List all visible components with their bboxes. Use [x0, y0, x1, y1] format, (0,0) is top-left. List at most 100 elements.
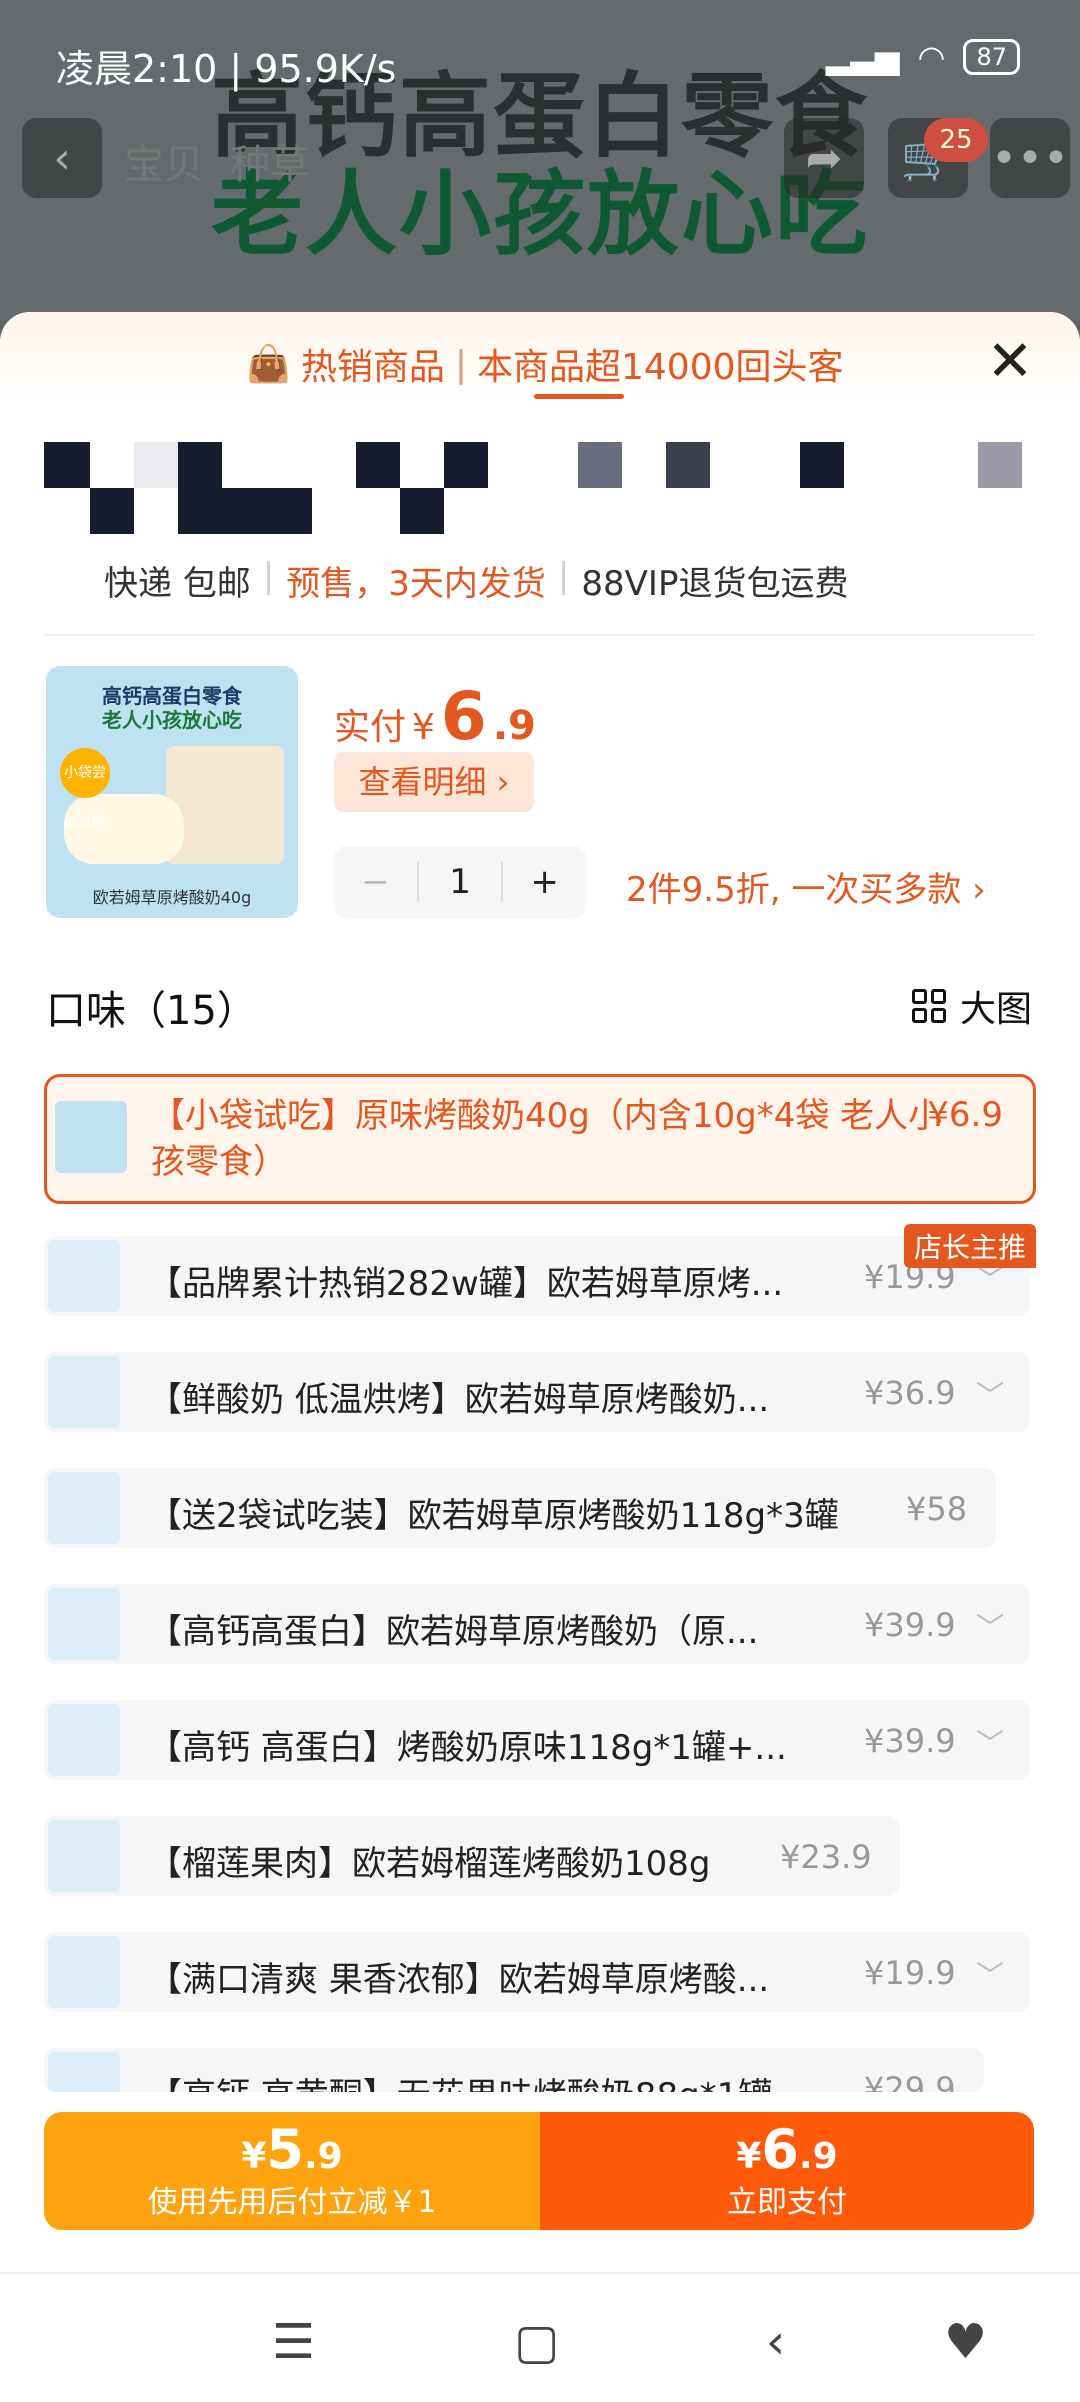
option-item[interactable]: 【榴莲果肉】欧若姆榴莲烤酸奶108g ¥23.9: [44, 1816, 900, 1896]
pay-now-button[interactable]: ¥6.9 立即支付: [540, 2112, 1034, 2230]
nav-tabs: 宝贝 种草: [124, 132, 310, 190]
chevron-down-icon: ﹀: [975, 1611, 1004, 1644]
option-item[interactable]: 【送2袋试吃装】欧若姆草原烤酸奶118g*3罐 ¥58: [44, 1468, 996, 1548]
option-item[interactable]: 【高钙 高蛋白】烤酸奶原味118g*1罐+... ¥39.9 ﹀: [44, 1700, 1030, 1780]
tab-zhongcao[interactable]: 种草: [230, 132, 310, 190]
grid-icon: [911, 989, 946, 1023]
option-thumbnail: [48, 1240, 120, 1312]
price-line: 实付 ¥ 6 .9: [334, 678, 536, 755]
thumb-badge: 小袋尝鲜试吃: [60, 748, 110, 831]
wifi-icon: ◠: [917, 38, 946, 76]
price-integer: 6: [440, 678, 487, 755]
status-icons: ▂▃▅ ◠ 87: [826, 38, 1020, 76]
pay-later-button[interactable]: ¥5.9 使用先用后付立减￥1: [44, 2112, 540, 2230]
thumb-line2: 老人小孩放心吃: [102, 708, 242, 732]
separator: |: [454, 343, 467, 385]
sku-sheet: 👜 热销商品 | 本商品超14000回头客 ✕ 快递 包邮 | 预售，3天内发货…: [0, 312, 1080, 2400]
option-price: ¥39.9: [864, 1606, 956, 1644]
hot-subtitle: 本商品超14000回头客: [476, 347, 844, 388]
option-name: 【小袋试吃】原味烤酸奶40g（内含10g*4袋 老人小孩零食）: [151, 1096, 943, 1182]
status-bar: 凌晨2:10 | 95.9K/s ▂▃▅ ◠ 87: [0, 0, 1080, 120]
close-icon: ✕: [986, 329, 1034, 394]
option-price: ¥19.9: [864, 1954, 956, 1992]
presale-label: 预售，3天内发货: [286, 564, 546, 604]
back-button[interactable]: ‹: [22, 118, 102, 198]
express-label: 快递 包邮: [104, 564, 251, 604]
hot-label: 👜 热销商品 | 本商品超14000回头客: [246, 338, 844, 390]
option-item[interactable]: 【高钙 高黄酮】无花果味烤酸奶88g*1罐 ¥29.9: [44, 2048, 984, 2092]
header-underline: [534, 394, 624, 399]
pay-now-label: 立即支付: [727, 2185, 847, 2220]
divider: [44, 634, 1034, 636]
option-price: ¥39.9: [864, 1722, 956, 1760]
sheet-header: 👜 热销商品 | 本商品超14000回头客 ✕: [0, 312, 1080, 404]
close-button[interactable]: ✕: [980, 332, 1040, 392]
option-thumbnail: [48, 1472, 120, 1544]
quantity-minus-button[interactable]: −: [334, 862, 417, 902]
more-icon: •••: [991, 132, 1069, 184]
separator: |: [262, 556, 275, 596]
option-thumbnail: [48, 1588, 120, 1660]
share-button[interactable]: ➦: [784, 118, 864, 198]
option-name: 【榴莲果肉】欧若姆榴莲烤酸奶108g: [148, 1844, 711, 1884]
pay-now-amount: ¥6.9: [736, 2118, 838, 2181]
option-thumbnail: [55, 1101, 127, 1173]
price-decimal: .9: [492, 703, 536, 749]
option-name: 【高钙 高黄酮】无花果味烤酸奶88g*1罐: [148, 2068, 848, 2092]
shop-recommend-tag: 店长主推: [904, 1224, 1037, 1268]
pay-later-label: 使用先用后付立减￥1: [147, 2185, 437, 2220]
price-currency: ¥: [412, 707, 435, 748]
option-item[interactable]: 【满口清爽 果香浓郁】欧若姆草原烤酸... ¥19.9 ﹀: [44, 1932, 1030, 2012]
product-thumbnail[interactable]: 高钙高蛋白零食 老人小孩放心吃 小袋尝鲜试吃 欧若姆草原烤酸奶40g: [46, 666, 298, 918]
quantity-plus-button[interactable]: +: [503, 862, 586, 902]
delivery-info: 快递 包邮 | 预售，3天内发货 | 88VIP退货包运费: [104, 556, 848, 605]
signal-icon: ▂▃▅: [825, 38, 900, 76]
vip-label: 88VIP退货包运费: [581, 564, 849, 604]
battery-icon: 87: [963, 39, 1020, 75]
price-label: 实付: [334, 707, 407, 748]
option-thumbnail: [48, 1936, 120, 2008]
option-price: ¥6.9: [927, 1095, 1003, 1135]
option-item[interactable]: 【鲜酸奶 低温烘烤】欧若姆草原烤酸奶... ¥36.9 ﹀: [44, 1352, 1030, 1432]
option-selected[interactable]: 【小袋试吃】原味烤酸奶40g（内含10g*4袋 老人小孩零食） ¥6.9: [44, 1074, 1036, 1204]
option-price: ¥36.9: [864, 1374, 956, 1412]
top-navigation: ‹ 宝贝 种草 ➦ 🛒 •••: [0, 118, 1080, 208]
home-icon[interactable]: ▢: [514, 2314, 559, 2370]
option-thumbnail: [48, 1356, 120, 1428]
bag-icon: 👜: [246, 344, 291, 385]
option-name: 【品牌累计热销282w罐】欧若姆草原烤...: [148, 1264, 784, 1304]
option-name: 【满口清爽 果香浓郁】欧若姆草原烤酸...: [148, 1960, 770, 2000]
assistant-icon[interactable]: ♥: [944, 2314, 987, 2370]
multi-buy-discount[interactable]: 2件9.5折, 一次买多款 ›: [626, 862, 986, 911]
mosaic-address: [44, 442, 1044, 534]
more-button[interactable]: •••: [990, 118, 1070, 198]
tab-baobei[interactable]: 宝贝: [124, 132, 204, 190]
menu-icon[interactable]: ☰: [272, 2314, 315, 2370]
option-price: ¥58: [906, 1490, 968, 1528]
thumb-caption: 欧若姆草原烤酸奶40g: [92, 888, 252, 907]
option-price: ¥23.9: [780, 1838, 872, 1876]
option-item[interactable]: 【高钙高蛋白】欧若姆草原烤酸奶（原... ¥39.9 ﹀: [44, 1584, 1030, 1664]
view-detail-button[interactable]: 查看明细 ›: [334, 752, 534, 812]
option-thumbnail: [48, 1820, 120, 1892]
option-name: 【鲜酸奶 低温烘烤】欧若姆草原烤酸奶...: [148, 1380, 770, 1420]
flavor-title: 口味（15）: [46, 988, 257, 1034]
big-image-label: 大图: [959, 989, 1032, 1030]
option-price: ¥29.9: [864, 2070, 956, 2092]
purchase-bar: ¥5.9 使用先用后付立减￥1 ¥6.9 立即支付: [44, 2112, 1034, 2230]
separator: |: [557, 556, 570, 596]
hot-title: 热销商品: [300, 347, 445, 388]
option-item[interactable]: 【品牌累计热销282w罐】欧若姆草原烤... ¥19.9 ﹀: [44, 1236, 1030, 1316]
pay-later-amount: ¥5.9: [241, 2118, 343, 2181]
option-thumbnail: [48, 2052, 120, 2092]
option-name: 【高钙 高蛋白】烤酸奶原味118g*1罐+...: [148, 1728, 787, 1768]
quantity-value[interactable]: 1: [416, 862, 504, 902]
system-navigation-bar: ☰ ▢ ‹ ♥: [0, 2272, 1080, 2402]
big-image-toggle[interactable]: 大图: [911, 980, 1032, 1032]
chevron-down-icon: ﹀: [975, 1379, 1004, 1412]
chevron-down-icon: ﹀: [975, 1959, 1004, 1992]
option-name: 【送2袋试吃装】欧若姆草原烤酸奶118g*3罐: [148, 1496, 839, 1536]
back-icon[interactable]: ‹: [766, 2314, 785, 2370]
share-icon: ➦: [805, 132, 843, 184]
cart-count-badge: 25: [924, 118, 988, 162]
